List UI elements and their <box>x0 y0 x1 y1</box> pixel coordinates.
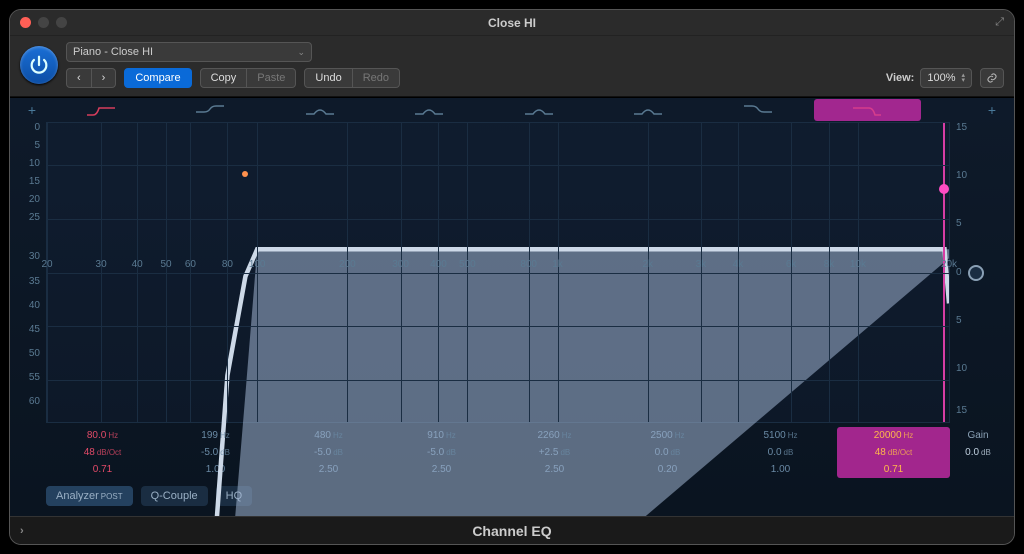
q-couple-button[interactable]: Q-Couple <box>141 486 208 506</box>
band-params-3[interactable]: 480Hz-5.0dB2.50 <box>272 427 385 478</box>
view-label: View: <box>886 72 915 84</box>
hq-button[interactable]: HQ <box>216 486 253 506</box>
master-gain-slider[interactable] <box>968 265 984 281</box>
band-type-button-8[interactable] <box>814 99 922 121</box>
graph-row: 051015202530354045505560 203040506080100… <box>10 122 1014 423</box>
zoom-stepper[interactable]: 100% ▴▾ <box>920 68 972 88</box>
master-gain-value[interactable]: 0.0 <box>965 447 979 458</box>
redo-button[interactable]: Redo <box>353 68 400 88</box>
footer-disclosure-icon[interactable]: › <box>20 525 24 537</box>
preset-nav: ‹ › <box>66 68 116 88</box>
band-type-button-1[interactable] <box>47 99 155 121</box>
zoom-icon[interactable] <box>56 17 67 28</box>
band-type-button-5[interactable] <box>485 99 593 121</box>
prev-preset-button[interactable]: ‹ <box>66 68 92 88</box>
window-title: Close HI <box>488 16 536 30</box>
band-type-button-7[interactable] <box>704 99 812 121</box>
add-band-left[interactable]: + <box>18 102 46 118</box>
band-type-button-6[interactable] <box>595 99 703 121</box>
band-params-6[interactable]: 2500Hz0.0dB0.20 <box>611 427 724 478</box>
copy-button[interactable]: Copy <box>200 68 248 88</box>
close-icon[interactable] <box>20 17 31 28</box>
analyzer-button[interactable]: AnalyzerPOST <box>46 486 133 506</box>
minimize-icon[interactable] <box>38 17 49 28</box>
undo-button[interactable]: Undo <box>304 68 352 88</box>
plugin-window: Close HI ⤢ Piano - Close HI ⌄ ‹ › Compar… <box>9 9 1015 545</box>
plugin-footer: › Channel EQ <box>10 516 1014 544</box>
band-params-5[interactable]: 2260Hz+2.5dB2.50 <box>498 427 611 478</box>
band-selector-row: + + <box>10 98 1014 122</box>
add-band-right[interactable]: + <box>978 102 1006 118</box>
eq-graph[interactable]: 2030405060801002003004005008001k2k3k4k6k… <box>46 122 950 423</box>
eq-plugin-body: + + 051015202530354045505560 20304050608… <box>10 97 1014 516</box>
paste-button[interactable]: Paste <box>247 68 296 88</box>
band-params-4[interactable]: 910Hz-5.0dB2.50 <box>385 427 498 478</box>
band-params-7[interactable]: 5100Hz0.0dB1.00 <box>724 427 837 478</box>
highpass-handle[interactable] <box>242 171 248 177</box>
band-params-2[interactable]: 199Hz-5.0dB1.00 <box>159 427 272 478</box>
preset-name: Piano - Close HI <box>73 46 153 58</box>
toolbar-inner: Piano - Close HI ⌄ ‹ › Compare Copy Past… <box>66 42 1004 88</box>
plugin-name: Channel EQ <box>472 523 551 539</box>
bottom-buttons: AnalyzerPOST Q-Couple HQ <box>10 478 1014 516</box>
band-type-button-3[interactable] <box>266 99 374 121</box>
next-preset-button[interactable]: › <box>92 68 117 88</box>
title-bar: Close HI ⤢ <box>10 10 1014 36</box>
link-button[interactable] <box>980 68 1004 88</box>
preset-select[interactable]: Piano - Close HI ⌄ <box>66 42 312 62</box>
band-type-button-4[interactable] <box>376 99 484 121</box>
master-gain-readout: Gain 0.0dB <box>950 427 1006 478</box>
stepper-icon: ▴▾ <box>961 73 965 83</box>
zoom-value: 100% <box>927 72 955 84</box>
power-button[interactable] <box>20 46 58 84</box>
toolbar: Piano - Close HI ⌄ ‹ › Compare Copy Past… <box>10 36 1014 97</box>
chevron-down-icon: ⌄ <box>297 47 305 58</box>
gain-y-axis: 15105051015 <box>950 122 986 423</box>
band-params-8[interactable]: 20000Hz48dB/Oct0.71 <box>837 427 950 478</box>
expand-icon[interactable]: ⤢ <box>995 16 1004 29</box>
band-params-1[interactable]: 80.0Hz48dB/Oct0.71 <box>46 427 159 478</box>
traffic-lights <box>20 17 67 28</box>
lowpass-handle[interactable] <box>939 184 949 194</box>
band-type-button-2[interactable] <box>157 99 265 121</box>
analyzer-y-axis: 051015202530354045505560 <box>18 122 46 423</box>
compare-button[interactable]: Compare <box>124 68 191 88</box>
gain-label: Gain <box>950 427 1006 444</box>
band-params-row: 80.0Hz48dB/Oct0.71199Hz-5.0dB1.00480Hz-5… <box>10 423 1014 478</box>
